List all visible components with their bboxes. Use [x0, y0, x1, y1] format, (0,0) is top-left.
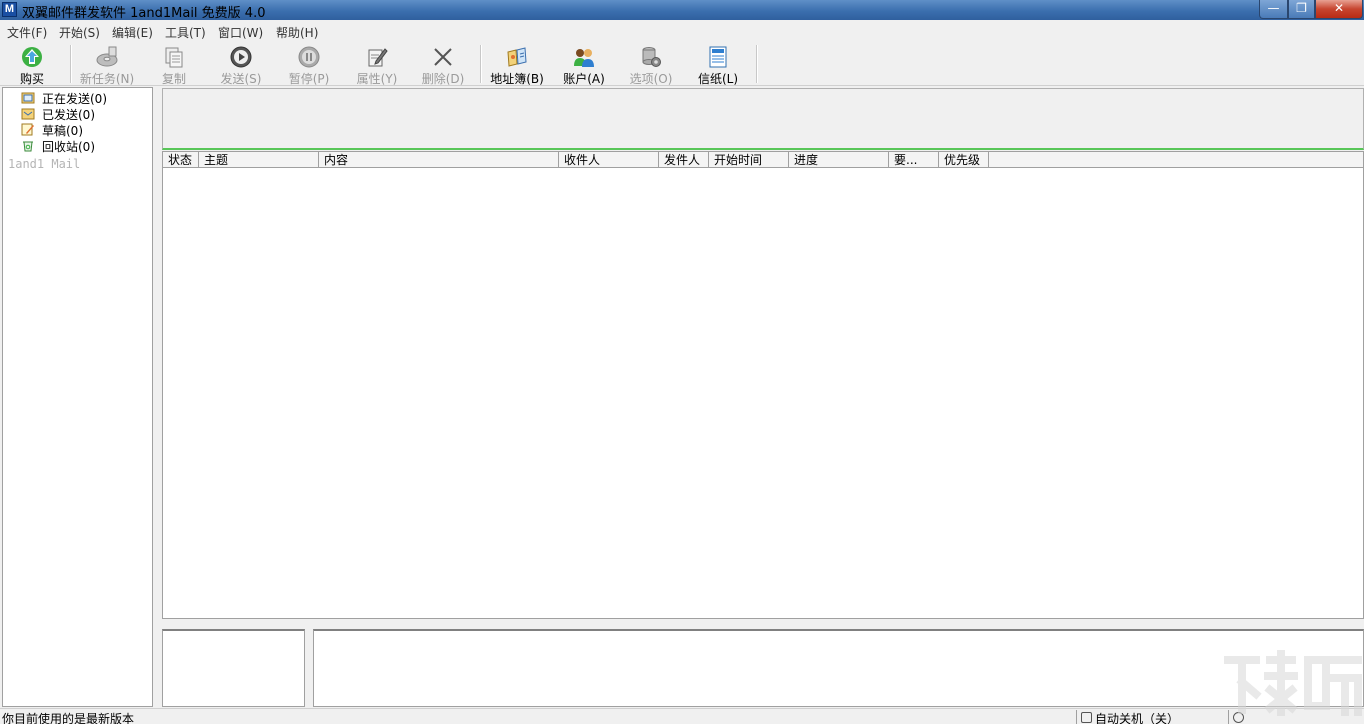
- address-book-label: 地址簿(B): [490, 72, 544, 86]
- menu-bar: 文件(F) 开始(S) 编辑(E) 工具(T) 窗口(W) 帮助(H): [0, 21, 1364, 40]
- pause-button[interactable]: 暂停(P): [282, 43, 336, 86]
- pause-label: 暂停(P): [288, 72, 330, 86]
- copy-icon: [165, 47, 183, 68]
- column-header-content[interactable]: 内容: [319, 152, 559, 168]
- sent-folder-icon: [21, 108, 35, 120]
- new-task-button[interactable]: 新任务(N): [76, 43, 138, 86]
- properties-label: 属性(Y): [356, 72, 398, 86]
- menu-tools[interactable]: 工具(T): [165, 24, 206, 41]
- tree-label: 正在发送(0): [42, 92, 107, 106]
- column-header-priority[interactable]: 优先级: [939, 152, 989, 168]
- window-title: 双翼邮件群发软件 1and1Mail 免费版 4.0: [22, 6, 266, 21]
- toolbar-separator: [756, 45, 758, 83]
- delete-button[interactable]: 删除(D): [416, 43, 470, 86]
- brand-watermark-text: 1and1 Mail: [8, 157, 81, 171]
- accounts-button[interactable]: 账户(A): [558, 43, 610, 86]
- maximize-button[interactable]: ❐: [1288, 0, 1315, 19]
- buy-label: 购买: [19, 72, 44, 86]
- address-book-button[interactable]: 地址簿(B): [486, 43, 548, 86]
- column-header-sender[interactable]: 发件人: [659, 152, 709, 168]
- stationery-button[interactable]: 信纸(L): [692, 43, 744, 86]
- column-header-subject[interactable]: 主题: [199, 152, 319, 168]
- task-list[interactable]: 状态 主题 内容 收件人 发件人 开始时间 进度 要... 优先级: [162, 151, 1364, 619]
- options-gear-icon: [642, 47, 661, 67]
- close-button[interactable]: ✕: [1315, 0, 1363, 19]
- tree-label: 回收站(0): [42, 140, 95, 154]
- menu-start[interactable]: 开始(S): [59, 24, 100, 41]
- sending-folder-icon: [21, 92, 35, 104]
- buy-button[interactable]: 购买: [6, 43, 58, 86]
- preview-left-pane: [162, 629, 305, 707]
- recycle-bin-icon: [23, 141, 33, 152]
- pause-icon: [298, 46, 320, 68]
- draft-icon: [21, 123, 34, 136]
- preview-right-pane: [313, 629, 1364, 707]
- users-icon: [574, 49, 594, 67]
- column-header-recipients[interactable]: 收件人: [559, 152, 659, 168]
- accounts-label: 账户(A): [563, 72, 605, 86]
- properties-pencil-icon: [368, 48, 388, 67]
- app-logo-icon: M: [2, 2, 17, 17]
- buy-arrow-icon: [22, 47, 42, 67]
- play-icon: [230, 46, 252, 68]
- send-button[interactable]: 发送(S): [214, 43, 268, 86]
- menu-window[interactable]: 窗口(W): [218, 24, 263, 41]
- toolbar-separator: [480, 45, 482, 83]
- status-bar: 你目前使用的是最新版本 自动关机（关）: [0, 708, 1364, 724]
- watermark-logo: [1224, 650, 1362, 716]
- menu-edit[interactable]: 编辑(E): [112, 24, 153, 41]
- status-message: 你目前使用的是最新版本: [2, 712, 135, 724]
- new-task-label: 新任务(N): [79, 72, 135, 86]
- toolbar-separator: [70, 45, 72, 83]
- app-window: M 双翼邮件群发软件 1and1Mail 免费版 4.0 — ❐ ✕ 文件(F)…: [0, 0, 1364, 724]
- column-header-progress[interactable]: 进度: [789, 152, 889, 168]
- column-header-status[interactable]: 状态: [163, 152, 199, 168]
- new-task-disc-icon: [96, 46, 118, 67]
- auto-shutdown-toggle[interactable]: 自动关机（关）: [1076, 710, 1226, 724]
- properties-button[interactable]: 属性(Y): [350, 43, 404, 86]
- address-book-icon: [507, 47, 527, 67]
- delete-x-icon: [434, 48, 452, 66]
- menu-file[interactable]: 文件(F): [7, 24, 47, 41]
- send-label: 发送(S): [220, 72, 262, 86]
- options-button[interactable]: 选项(O): [624, 43, 678, 86]
- task-list-header: 状态 主题 内容 收件人 发件人 开始时间 进度 要... 优先级: [163, 152, 1363, 168]
- copy-label: 复制: [161, 72, 186, 86]
- toolbar: 购买 新任务(N) 复制 发送(S) 暂停(P) 属性(Y) 删除(D) 地址簿…: [0, 41, 1364, 86]
- minimize-button[interactable]: —: [1259, 0, 1288, 19]
- title-bar[interactable]: M 双翼邮件群发软件 1and1Mail 免费版 4.0 — ❐ ✕: [0, 0, 1364, 21]
- folder-tree: 正在发送(0) 已发送(0) 草稿(0) 回收站(0) 1and1 Mail: [2, 87, 153, 707]
- tree-label: 已发送(0): [42, 108, 95, 122]
- stationery-label: 信纸(L): [697, 72, 739, 86]
- copy-button[interactable]: 复制: [150, 43, 198, 86]
- column-header-required[interactable]: 要...: [889, 152, 939, 168]
- menu-help[interactable]: 帮助(H): [276, 24, 318, 41]
- delete-label: 删除(D): [421, 72, 465, 86]
- tree-label: 草稿(0): [42, 124, 83, 138]
- stationery-icon: [709, 46, 727, 68]
- options-label: 选项(O): [629, 72, 673, 86]
- clock-icon: [1081, 712, 1092, 723]
- column-header-start-time[interactable]: 开始时间: [709, 152, 789, 168]
- task-info-panel: [162, 88, 1364, 150]
- auto-shutdown-label: 自动关机（关）: [1095, 712, 1180, 724]
